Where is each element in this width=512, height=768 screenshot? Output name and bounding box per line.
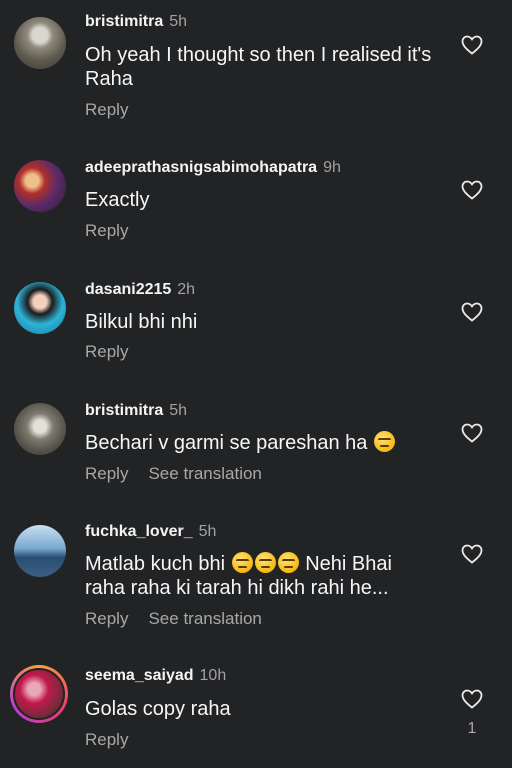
comment-text: Bechari v garmi se pareshan ha — [85, 431, 445, 455]
comment-actions: Reply See translation — [85, 609, 282, 629]
avatar[interactable] — [14, 525, 66, 577]
avatar[interactable] — [14, 17, 66, 69]
avatar-with-story-ring[interactable] — [10, 665, 68, 723]
comment-text: Golas copy raha — [85, 698, 231, 720]
comment-actions: Reply — [85, 221, 148, 241]
comment-username[interactable]: adeeprathasnigsabimohapatra 9h — [85, 159, 341, 177]
comment-actions: Reply — [85, 100, 148, 120]
username-text[interactable]: adeeprathasnigsabimohapatra — [85, 159, 317, 176]
reply-button[interactable]: Reply — [85, 342, 128, 361]
comment-time: 5h — [169, 402, 188, 419]
comment-text: Oh yeah I thought so then I realised it'… — [85, 44, 432, 90]
see-translation-link[interactable]: See translation — [148, 464, 261, 483]
heart-icon[interactable] — [460, 33, 484, 57]
reply-button[interactable]: Reply — [85, 100, 128, 119]
comment-username[interactable]: dasani2215 2h — [85, 281, 195, 299]
avatar[interactable] — [14, 403, 66, 455]
comment-text-body: Bechari v garmi se pareshan ha — [85, 432, 368, 454]
worried-face-emoji — [373, 431, 395, 452]
comment-text: Matlab kuch bhi Nehi Bhai raha raha ki t… — [85, 552, 425, 600]
username-text[interactable]: dasani2215 — [85, 281, 171, 298]
comment-username[interactable]: bristimitra 5h — [85, 402, 187, 420]
avatar-image — [13, 668, 65, 720]
comment-text-part: Matlab kuch bhi — [85, 553, 226, 575]
like-count: 1 — [467, 720, 477, 737]
reply-button[interactable]: Reply — [85, 464, 128, 483]
comment-time: 2h — [177, 281, 196, 298]
username-text[interactable]: fuchka_lover_ — [85, 523, 193, 540]
comment-username[interactable]: fuchka_lover_ 5h — [85, 523, 216, 541]
avatar[interactable] — [14, 160, 66, 212]
reply-button[interactable]: Reply — [85, 221, 128, 240]
heart-icon[interactable] — [460, 421, 484, 445]
heart-icon[interactable] — [460, 542, 484, 566]
see-translation-link[interactable]: See translation — [148, 609, 261, 628]
comment-time: 5h — [169, 13, 188, 30]
face-with-rolling-eyes-emoji — [277, 552, 299, 573]
comment-username[interactable]: bristimitra 5h — [85, 13, 187, 31]
comment-actions: Reply See translation — [85, 464, 282, 484]
comment-actions: Reply — [85, 342, 148, 362]
face-with-rolling-eyes-emoji — [254, 552, 276, 573]
heart-icon[interactable] — [460, 687, 484, 711]
comment-text: Exactly — [85, 189, 150, 211]
reply-button[interactable]: Reply — [85, 609, 128, 628]
username-text[interactable]: seema_saiyad — [85, 667, 194, 684]
comment-time: 10h — [199, 667, 227, 684]
avatar[interactable] — [14, 282, 66, 334]
face-with-rolling-eyes-emoji — [231, 552, 253, 573]
comment-username[interactable]: seema_saiyad 10h — [85, 667, 226, 685]
heart-icon[interactable] — [460, 178, 484, 202]
heart-icon[interactable] — [460, 300, 484, 324]
comment-time: 5h — [198, 523, 217, 540]
comment-actions: Reply — [85, 730, 148, 750]
reply-button[interactable]: Reply — [85, 730, 128, 749]
comment-time: 9h — [323, 159, 341, 176]
comment-text: Bilkul bhi nhi — [85, 311, 198, 333]
username-text[interactable]: bristimitra — [85, 402, 163, 419]
username-text[interactable]: bristimitra — [85, 13, 163, 30]
